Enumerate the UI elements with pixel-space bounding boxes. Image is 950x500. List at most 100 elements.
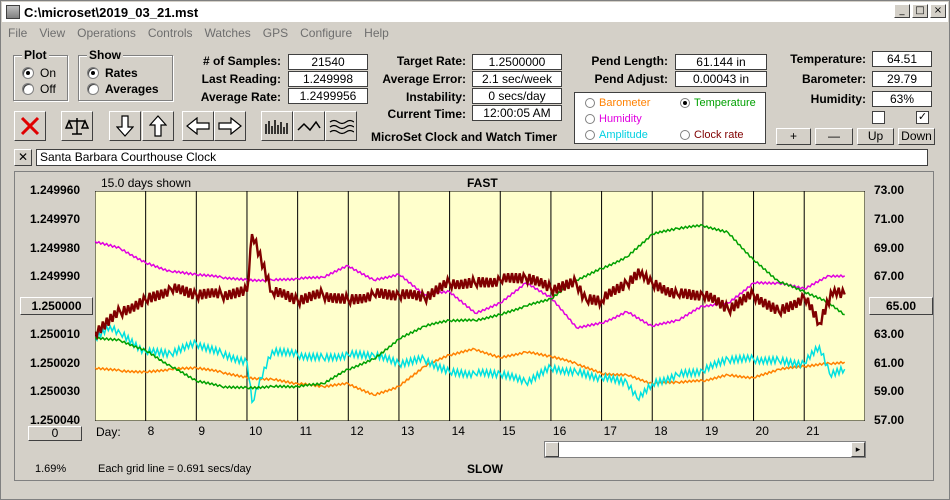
plus-button[interactable]: + (776, 128, 811, 145)
series-legend: Barometer Temperature Humidity Amplitude… (574, 92, 766, 144)
left-axis-center-button[interactable]: 1.250000 (20, 297, 93, 315)
close-window-button[interactable]: × (930, 4, 946, 18)
grid-note: Each grid line = 0.691 secs/day (98, 463, 252, 475)
left-axis-tick: 1.249980 (30, 240, 81, 255)
stop-button[interactable] (14, 111, 46, 141)
legend-temperature-label: Temperature (694, 97, 756, 109)
balance-button[interactable] (61, 111, 93, 141)
show-averages-radio[interactable]: Averages (87, 81, 159, 97)
temperature-field: 64.51 (872, 51, 932, 67)
arrow-down-button[interactable] (109, 111, 141, 141)
checkbox-left[interactable] (872, 111, 885, 124)
minimize-button[interactable]: _ (894, 4, 910, 18)
menu-watches[interactable]: Watches (199, 26, 257, 40)
show-rates-label: Rates (105, 66, 138, 80)
up-button[interactable]: Up (857, 128, 894, 145)
legend-amplitude-label: Amplitude (599, 129, 648, 141)
plot-on-radio[interactable]: On (22, 65, 56, 81)
pend-adjust-label: Pend Adjust: (594, 72, 668, 86)
left-axis-tick: 1.249960 (30, 183, 81, 197)
plot-off-radio[interactable]: Off (22, 81, 56, 97)
multi-wave-button[interactable] (325, 111, 357, 141)
radio-unselected (680, 130, 690, 140)
day-tick-label: 18 (654, 424, 668, 438)
legend-temperature[interactable]: Temperature (680, 97, 756, 109)
scroll-left-arrow[interactable] (545, 442, 559, 457)
barometer-field: 29.79 (872, 71, 932, 87)
multi-wave-icon (329, 119, 354, 135)
legend-humidity-label: Humidity (599, 113, 642, 125)
right-axis-tick: 61.00 (874, 355, 905, 370)
down-button[interactable]: Down (898, 128, 935, 145)
arrow-right-icon (218, 117, 242, 135)
day-tick-label: 17 (603, 424, 617, 438)
title-bar: C:\microset\2019_03_21.mst _ □ × (2, 2, 948, 22)
left-axis-tick: 1.249970 (30, 211, 81, 226)
day-tick-label: 16 (552, 424, 567, 438)
menu-configure[interactable]: Configure (294, 26, 358, 40)
day-tick-label: 19 (704, 424, 719, 438)
pend-adjust-field: 0.00043 in (675, 71, 767, 87)
day-tick-label: 12 (350, 424, 364, 438)
minus-button[interactable]: — (815, 128, 853, 145)
average-error-field: 2.1 sec/week (472, 71, 562, 87)
last-reading-label: Last Reading: (201, 72, 281, 86)
zero-button[interactable]: 0 (28, 426, 82, 441)
left-axis-tick: 1.249990 (30, 269, 81, 284)
samples-field: 21540 (288, 54, 368, 70)
humidity-field: 63% (872, 91, 932, 107)
day-tick-label: 11 (299, 424, 313, 438)
target-rate-label: Target Rate: (396, 54, 466, 68)
legend-amplitude[interactable]: Amplitude (585, 129, 648, 141)
day-axis-label: Day: (96, 425, 121, 439)
arrow-left-button[interactable] (182, 111, 214, 141)
pend-length-label: Pend Length: (591, 54, 668, 68)
menu-controls[interactable]: Controls (142, 26, 199, 40)
right-axis-tick: 57.00 (874, 413, 905, 427)
temperature-label: Temperature: (790, 52, 866, 66)
day-tick-label: 13 (400, 424, 415, 438)
day-tick-label: 10 (248, 424, 263, 438)
clock-name-field[interactable]: Santa Barbara Courthouse Clock (36, 149, 928, 166)
radio-unselected (87, 83, 99, 95)
scroll-right-arrow[interactable]: ▸ (851, 442, 865, 457)
radio-selected (22, 67, 34, 79)
current-time-label: Current Time: (387, 107, 466, 121)
arrow-left-icon (186, 117, 210, 135)
menu-help[interactable]: Help (358, 26, 395, 40)
show-averages-label: Averages (105, 82, 159, 96)
arrow-up-button[interactable] (142, 111, 174, 141)
right-axis-tick: 67.00 (874, 269, 905, 284)
legend-barometer[interactable]: Barometer (585, 97, 650, 109)
arrow-up-icon (149, 115, 167, 137)
radio-unselected (22, 83, 34, 95)
day-tick-label: 21 (806, 424, 820, 438)
average-error-label: Average Error: (382, 72, 466, 86)
legend-humidity[interactable]: Humidity (585, 113, 642, 125)
day-tick-label: 15 (502, 424, 516, 438)
right-axis-center-button[interactable]: 65.00 (869, 297, 933, 315)
instability-label: Instability: (405, 90, 466, 104)
menu-gps[interactable]: GPS (257, 26, 294, 40)
menu-view[interactable]: View (33, 26, 71, 40)
arrow-right-button[interactable] (214, 111, 246, 141)
instability-field: 0 secs/day (472, 88, 562, 104)
horizontal-scrollbar[interactable]: ▸ (544, 441, 866, 458)
current-time-field: 12:00:05 AM (472, 105, 562, 121)
window-title: C:\microset\2019_03_21.mst (24, 4, 199, 20)
left-axis-tick: 1.250040 (30, 413, 81, 427)
wave-button[interactable] (293, 111, 325, 141)
day-tick-label: 14 (451, 424, 465, 438)
menu-operations[interactable]: Operations (71, 26, 142, 40)
clear-clock-button[interactable]: ✕ (14, 149, 32, 166)
radio-unselected (585, 98, 595, 108)
legend-barometer-label: Barometer (599, 97, 651, 109)
menu-file[interactable]: File (2, 26, 33, 40)
day-tick-label: 20 (755, 424, 769, 438)
checkbox-right[interactable]: ✓ (916, 111, 929, 124)
target-rate-field: 1.2500000 (472, 54, 562, 70)
legend-clock-rate[interactable]: Clock rate (680, 129, 744, 141)
show-rates-radio[interactable]: Rates (87, 65, 159, 81)
maximize-button[interactable]: □ (912, 4, 928, 18)
bars-button[interactable] (261, 111, 293, 141)
